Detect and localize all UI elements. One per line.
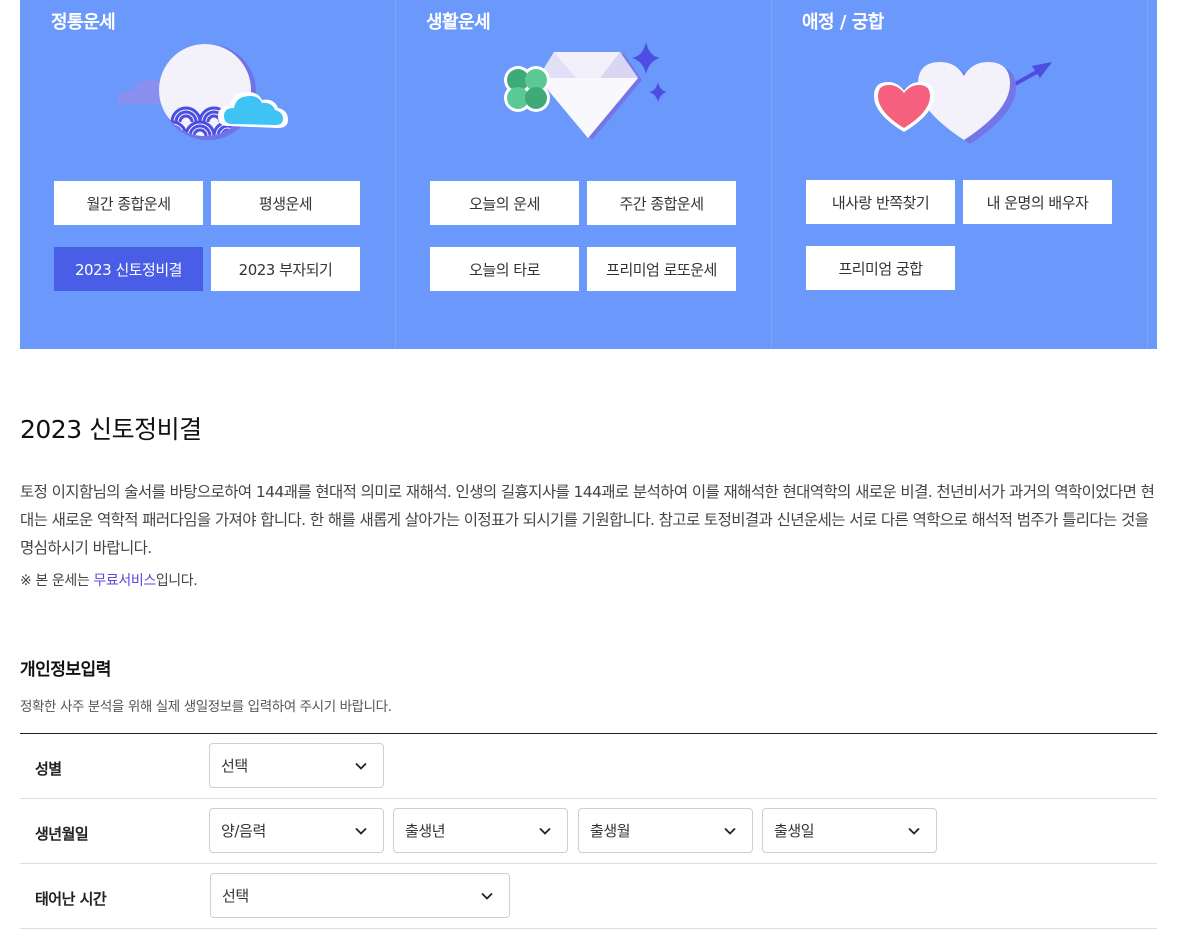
- birthdate-label: 생년월일: [35, 825, 89, 843]
- birthdate-row: 생년월일 양/음력 출생년 출생월 출생일: [20, 799, 1157, 864]
- birth-year-select[interactable]: 출생년: [393, 808, 568, 853]
- personal-info-subtitle: 정확한 사주 분석을 위해 실제 생일정보를 입력하여 주시기 바랍니다.: [20, 699, 392, 715]
- chevron-down-icon: [355, 827, 367, 835]
- menu-button-monthly-fortune[interactable]: 월간 종합운세: [54, 181, 203, 225]
- menu-button-today-tarot[interactable]: 오늘의 타로: [430, 247, 579, 291]
- free-service-note: ※ 본 운세는 무료서비스입니다.: [20, 570, 198, 590]
- note-prefix: ※ 본 운세는: [20, 573, 94, 589]
- chevron-down-icon: [724, 827, 736, 835]
- menu-column-title: 생활운세: [426, 12, 491, 33]
- birth-year-value: 출생년: [405, 822, 446, 840]
- birth-month-value: 출생월: [590, 822, 631, 840]
- birth-month-select[interactable]: 출생월: [578, 808, 753, 853]
- moon-waves-cloud-illustration: [118, 44, 288, 140]
- menu-column-title: 정통운세: [51, 12, 116, 33]
- gender-label: 성별: [35, 760, 62, 778]
- hearts-arrow-illustration: [874, 62, 1052, 144]
- menu-button-weekly-fortune[interactable]: 주간 종합운세: [587, 181, 736, 225]
- birth-time-value: 선택: [222, 887, 249, 905]
- menu-button-premium-lotto[interactable]: 프리미엄 로또운세: [587, 247, 736, 291]
- menu-button-become-rich[interactable]: 2023 부자되기: [211, 247, 360, 291]
- birth-day-value: 출생일: [774, 822, 815, 840]
- chevron-down-icon: [539, 827, 551, 835]
- personal-info-form: 성별 선택 생년월일 양/음력 출생년 출생월 출생일 태어난 시간 선택: [20, 733, 1157, 929]
- menu-button-find-soulmate[interactable]: 내사랑 반쪽찾기: [806, 180, 955, 224]
- clover-diamond-sparkle-illustration: [504, 42, 667, 140]
- menu-button-premium-compatibility[interactable]: 프리미엄 궁합: [806, 246, 955, 290]
- personal-info-title: 개인정보입력: [20, 660, 111, 680]
- free-service-highlight: 무료서비스: [93, 573, 156, 589]
- chevron-down-icon: [908, 827, 920, 835]
- menu-column-traditional: 정통운세 월간 종합운세 평생운세 2023 신토정비결 2023 부자되기: [20, 0, 396, 349]
- menu-column-love: 애정 / 궁합 내사랑 반쪽찾기 내 운명의 배우자 프리미엄 궁합: [772, 0, 1148, 349]
- calendar-type-select[interactable]: 양/음력: [209, 808, 384, 853]
- menu-column-title: 애정 / 궁합: [802, 12, 884, 33]
- menu-button-tojeong[interactable]: 2023 신토정비결: [54, 247, 203, 291]
- menu-column-daily-life: 생활운세 오늘의 운세 주간 종합운세 오늘의 타로 프리미엄 로또운세: [396, 0, 772, 349]
- category-menu: 정통운세 월간 종합운세 평생운세 2023 신토정비결 2023 부자되기 생…: [20, 0, 1157, 349]
- chevron-down-icon: [481, 892, 493, 900]
- note-suffix: 입니다.: [155, 573, 198, 589]
- birth-day-select[interactable]: 출생일: [762, 808, 937, 853]
- calendar-type-value: 양/음력: [221, 822, 266, 840]
- page-description: 토정 이지함님의 술서를 바탕으로하여 144괘를 현대적 의미로 재해석. 인…: [20, 483, 1155, 557]
- birth-time-row: 태어난 시간 선택: [20, 864, 1157, 929]
- menu-button-destined-spouse[interactable]: 내 운명의 배우자: [963, 180, 1112, 224]
- menu-button-today-fortune[interactable]: 오늘의 운세: [430, 181, 579, 225]
- birth-time-select[interactable]: 선택: [210, 873, 510, 918]
- birth-time-label: 태어난 시간: [35, 890, 107, 908]
- menu-button-lifetime-fortune[interactable]: 평생운세: [211, 181, 360, 225]
- gender-select-value: 선택: [221, 757, 248, 775]
- page-title: 2023 신토정비결: [20, 415, 202, 444]
- gender-row: 성별 선택: [20, 734, 1157, 799]
- gender-select[interactable]: 선택: [209, 743, 384, 788]
- chevron-down-icon: [355, 762, 367, 770]
